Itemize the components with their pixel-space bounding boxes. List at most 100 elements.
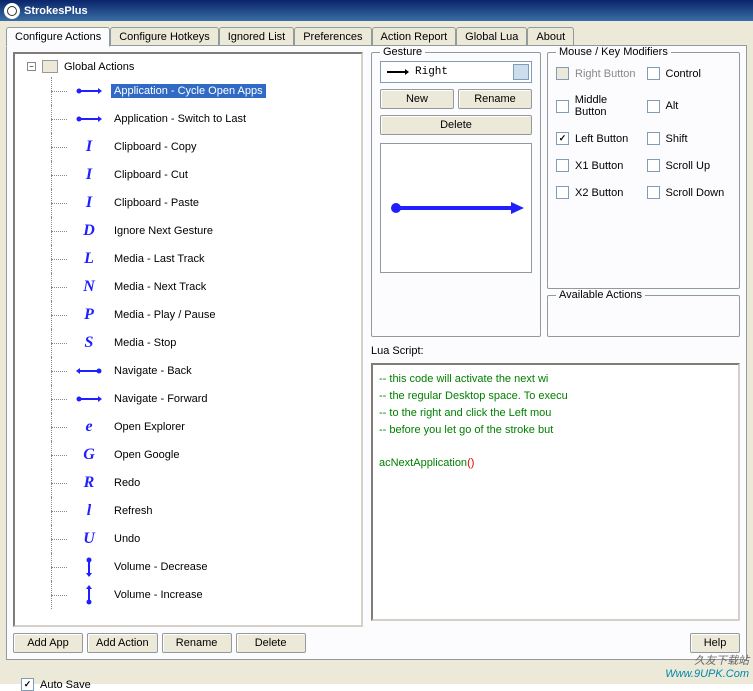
tree-item[interactable]: Application - Switch to Last (19, 105, 361, 133)
gesture-glyph-icon: L (75, 248, 103, 270)
modifier-scroll-down[interactable]: Scroll Down (647, 186, 732, 199)
tree-root-node[interactable]: − Global Actions (27, 60, 361, 73)
tree-item[interactable]: IClipboard - Copy (19, 133, 361, 161)
modifier-control[interactable]: Control (647, 67, 732, 80)
gesture-dropdown[interactable]: Right (380, 61, 532, 83)
tree-item-label: Refresh (111, 504, 156, 518)
tree-item[interactable]: N Media - Next Track (19, 273, 361, 301)
tree-item-label: Media - Stop (111, 336, 179, 350)
checkbox-icon (556, 186, 569, 199)
modifier-label: Scroll Up (666, 160, 711, 172)
modifier-x2-button[interactable]: X2 Button (556, 186, 641, 199)
modifier-label: Right Button (575, 68, 636, 80)
gesture-glyph-icon: I (75, 164, 103, 186)
checkbox-icon (647, 186, 660, 199)
modifier-alt[interactable]: Alt (647, 94, 732, 118)
auto-save-checkbox[interactable]: Auto Save (21, 678, 91, 691)
tree-item[interactable]: IClipboard - Cut (19, 161, 361, 189)
gesture-preview (380, 143, 532, 273)
tab-preferences[interactable]: Preferences (294, 27, 371, 46)
available-actions-fieldset: Available Actions (547, 295, 740, 337)
gesture-glyph-icon: R (75, 472, 103, 494)
tree-item[interactable]: UUndo (19, 525, 361, 553)
checkbox-icon (647, 159, 660, 172)
gesture-glyph-icon: S (75, 332, 103, 354)
gesture-selected-label: Right (415, 66, 448, 78)
tab-global-lua[interactable]: Global Lua (456, 27, 527, 46)
gesture-glyph-icon (75, 80, 103, 102)
checkbox-icon (647, 100, 660, 113)
tree-item-label: Application - Cycle Open Apps (111, 84, 266, 98)
expand-collapse-icon[interactable]: − (27, 62, 36, 71)
tree-item[interactable]: L Media - Last Track (19, 245, 361, 273)
gesture-glyph-icon: D (75, 220, 103, 242)
gesture-glyph-icon (75, 108, 103, 130)
tab-action-report[interactable]: Action Report (372, 27, 457, 46)
gesture-glyph-icon (75, 360, 103, 382)
rename-button[interactable]: Rename (162, 633, 232, 653)
tree-item[interactable]: Application - Cycle Open Apps (19, 77, 361, 105)
modifier-shift[interactable]: Shift (647, 132, 732, 145)
tree-item-label: Clipboard - Copy (111, 140, 200, 154)
gesture-glyph-icon: l (75, 500, 103, 522)
modifier-label: Control (666, 68, 701, 80)
gesture-glyph-icon: I (75, 192, 103, 214)
tree-item-label: Volume - Increase (111, 588, 206, 602)
tree-item[interactable]: PMedia - Play / Pause (19, 301, 361, 329)
title-text: StrokesPlus (24, 5, 88, 17)
tree-item[interactable]: Volume - Decrease (19, 553, 361, 581)
gesture-rename-button[interactable]: Rename (458, 89, 532, 109)
gesture-arrow-icon (385, 67, 409, 77)
gesture-stroke-icon (386, 188, 526, 228)
tab-about[interactable]: About (527, 27, 574, 46)
gesture-fieldset-label: Gesture (380, 46, 425, 58)
modifiers-label: Mouse / Key Modifiers (556, 46, 671, 58)
tree-item[interactable]: Navigate - Forward (19, 385, 361, 413)
tab-ignored-list[interactable]: Ignored List (219, 27, 294, 46)
help-button[interactable]: Help (690, 633, 740, 653)
tree-item-label: Volume - Decrease (111, 560, 211, 574)
gesture-new-button[interactable]: New (380, 89, 454, 109)
tree-item-label: Clipboard - Paste (111, 196, 202, 210)
auto-save-label: Auto Save (40, 679, 91, 691)
modifier-label: X1 Button (575, 160, 623, 172)
lua-script-editor[interactable]: -- this code will activate the next wi -… (371, 363, 740, 621)
tree-item[interactable]: GOpen Google (19, 441, 361, 469)
tab-strip: Configure ActionsConfigure HotkeysIgnore… (6, 27, 747, 46)
tree-item[interactable]: Volume - Increase (19, 581, 361, 609)
app-icon (4, 3, 20, 19)
tree-item[interactable]: l Refresh (19, 497, 361, 525)
gesture-glyph-icon (75, 584, 103, 606)
tree-button-row: Add App Add Action Rename Delete (13, 633, 363, 653)
tab-configure-actions[interactable]: Configure Actions (6, 27, 110, 47)
add-action-button[interactable]: Add Action (87, 633, 158, 653)
modifier-right-button: Right Button (556, 67, 641, 80)
tree-item[interactable]: Navigate - Back (19, 357, 361, 385)
gesture-glyph-icon (75, 556, 103, 578)
modifier-label: X2 Button (575, 187, 623, 199)
add-app-button[interactable]: Add App (13, 633, 83, 653)
tree-item-label: Navigate - Back (111, 364, 195, 378)
tree-item[interactable]: I Clipboard - Paste (19, 189, 361, 217)
modifier-left-button[interactable]: Left Button (556, 132, 641, 145)
action-tree[interactable]: − Global Actions Application - Cycle Ope… (13, 52, 363, 627)
modifier-scroll-up[interactable]: Scroll Up (647, 159, 732, 172)
gesture-glyph-icon: P (75, 304, 103, 326)
checkbox-icon (647, 67, 660, 80)
tree-item[interactable]: RRedo (19, 469, 361, 497)
tree-item[interactable]: eOpen Explorer (19, 413, 361, 441)
modifier-middle-button[interactable]: Middle Button (556, 94, 641, 118)
tree-item-label: Media - Last Track (111, 252, 207, 266)
delete-button[interactable]: Delete (236, 633, 306, 653)
gesture-delete-button[interactable]: Delete (380, 115, 532, 135)
gesture-glyph-icon: N (75, 276, 103, 298)
modifier-x1-button[interactable]: X1 Button (556, 159, 641, 172)
tab-configure-hotkeys[interactable]: Configure Hotkeys (110, 27, 219, 46)
tree-item[interactable]: DIgnore Next Gesture (19, 217, 361, 245)
gesture-fieldset: Gesture Right New Rename Delete (371, 52, 541, 337)
watermark-url: Www.9UPK.Com (665, 668, 749, 680)
tree-item-label: Media - Next Track (111, 280, 209, 294)
gesture-glyph-icon: G (75, 444, 103, 466)
tree-item-label: Navigate - Forward (111, 392, 211, 406)
tree-item[interactable]: S Media - Stop (19, 329, 361, 357)
